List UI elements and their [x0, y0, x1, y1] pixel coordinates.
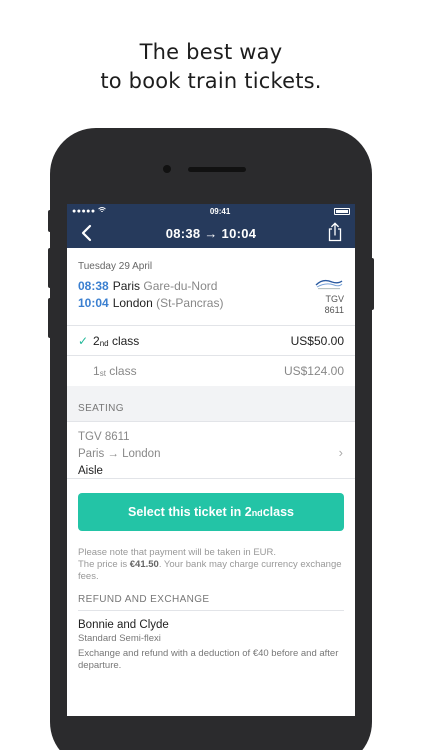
fare-type: Standard Semi-flexi	[78, 633, 161, 644]
class-options: ✓ 2nd class US$50.00 1st class US$124.00	[67, 326, 355, 386]
journey-date: Tuesday 29 April	[78, 261, 153, 272]
chevron-right-icon: ›	[338, 445, 343, 460]
marketing-headline: The best way to book train tickets.	[0, 38, 422, 96]
departure-city: Paris	[112, 279, 141, 293]
price-in-eur: €41.50	[129, 559, 159, 570]
signal-wifi-indicator: ●●●●●	[72, 207, 106, 215]
back-chevron-icon[interactable]	[79, 224, 95, 242]
journey-summary: Tuesday 29 April 08:38 Paris Gare-du-Nord…	[67, 248, 355, 326]
battery-icon	[334, 207, 350, 215]
fare-name: Bonnie and Clyde	[78, 619, 169, 631]
status-time: 09:41	[209, 206, 231, 216]
seating-preference: Aisle	[78, 465, 103, 477]
status-bar: ●●●●● 09:41	[67, 204, 355, 218]
share-icon[interactable]	[327, 222, 343, 242]
checkmark-icon: ✓	[78, 333, 89, 348]
headline-line-2: to book train tickets.	[100, 69, 322, 93]
booking-footer: Select this ticket in 2nd class Please n…	[67, 479, 355, 716]
journey-card: Tuesday 29 April 08:38 Paris Gare-du-Nord…	[67, 248, 355, 386]
train-type: TGV	[325, 294, 344, 304]
seating-route: Paris → London	[78, 448, 161, 460]
class-option-second[interactable]: ✓ 2nd class US$50.00	[67, 326, 355, 356]
phone-camera	[163, 165, 171, 173]
select-ticket-button[interactable]: Select this ticket in 2nd class	[78, 493, 344, 531]
class-option-first[interactable]: 1st class US$124.00	[67, 356, 355, 386]
departure-station: Gare-du-Nord	[143, 279, 218, 293]
page-title: 08:38 → 10:04	[165, 225, 257, 241]
arrival-station: (St-Pancras)	[156, 296, 224, 310]
operator-info: TGV 8611	[314, 278, 344, 316]
class-price: US$50.00	[290, 333, 344, 348]
app-screen: ●●●●● 09:41 08:38 → 10:04 Tuesday 29 Apr…	[67, 204, 355, 716]
departure-leg: 08:38 Paris Gare-du-Nord	[78, 278, 344, 295]
arrival-time: 10:04	[78, 296, 109, 310]
headline-line-1: The best way	[139, 40, 283, 64]
navigation-bar: ●●●●● 09:41 08:38 → 10:04	[67, 204, 355, 248]
phone-speaker	[188, 167, 246, 172]
arrival-city: London	[112, 296, 153, 310]
seating-section-title: SEATING	[67, 386, 355, 422]
eurostar-logo-icon	[315, 279, 343, 290]
refund-section-title: REFUND AND EXCHANGE	[78, 594, 344, 611]
seating-preference-row[interactable]: TGV 8611 Paris → London Aisle ›	[67, 422, 355, 479]
fare-conditions: Exchange and refund with a deduction of …	[78, 648, 339, 671]
payment-note: Please note that payment will be taken i…	[78, 547, 342, 582]
train-number: 8611	[324, 305, 344, 315]
arrival-leg: 10:04 London (St-Pancras)	[78, 295, 344, 312]
departure-time: 08:38	[78, 279, 109, 293]
wifi-icon	[98, 207, 106, 212]
class-price: US$124.00	[283, 364, 344, 378]
seating-train: TGV 8611	[78, 431, 130, 443]
